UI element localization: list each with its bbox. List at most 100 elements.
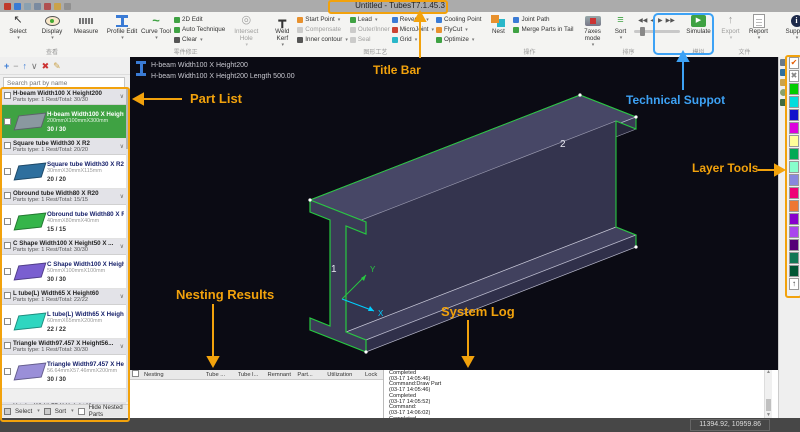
auto-technique-button[interactable]: Auto Technique [174,26,225,33]
outer-inner-button[interactable]: Outer/Inner [350,26,390,33]
layer-color-swatch[interactable] [789,252,799,264]
inner-contour-button[interactable]: Inner contour▾ [297,36,348,43]
part-item-checkbox[interactable] [4,118,11,125]
2d-edit-button[interactable]: 2D Edit [174,16,225,23]
layer-color-swatch[interactable] [789,122,799,134]
part-list-item[interactable]: L tube(L) Width65 X Height 60mmX65mmX200… [2,305,126,339]
chevron-down-icon[interactable]: ∨ [120,293,124,300]
delete-all-icon[interactable]: ✖ [42,61,50,71]
part-item-checkbox[interactable] [4,368,11,375]
intersect-hole-button[interactable]: ◎ Intersect Hole▾ [227,13,265,48]
profile-edit-button[interactable]: Profile Edit▾ [106,13,138,41]
part-group-checkbox[interactable] [4,242,11,249]
add-part-icon[interactable]: + [4,61,9,71]
layer-color-swatch[interactable] [789,226,799,238]
layer-color-swatch[interactable] [789,187,799,199]
layer-icon[interactable] [780,69,787,76]
part-group-header[interactable]: Obround tube Width80 X R20 Parts type: 1… [2,189,126,205]
chevron-down-icon[interactable]: ∨ [120,193,124,200]
remove-part-icon[interactable]: − [13,61,18,71]
curve-tool-button[interactable]: ~ Curve Tool▾ [140,13,172,41]
part-group-header[interactable]: Triangle Width97.457 X Height56... Parts… [2,339,126,355]
part-group-header[interactable]: H-beam Width100 X Height200 Parts type: … [2,89,126,105]
joint-path-button[interactable]: Joint Path [513,16,573,23]
speed-slider[interactable] [634,30,680,33]
select-button[interactable]: ↖ Select▾ [2,13,34,41]
reverse-button[interactable]: Reverse▾ [392,16,434,23]
part-list-item[interactable]: Triangle Width97.457 X Hei 56.64mmX57.46… [2,355,126,389]
part-item-checkbox[interactable] [4,218,11,225]
report-button[interactable]: Report▾ [746,13,772,41]
rewind-button[interactable]: ◀◀ [638,17,647,24]
optimize-button[interactable]: Optimize▾ [436,36,481,43]
lead-button[interactable]: Lead▾ [350,16,390,23]
export-button[interactable]: ↑ Export▾ [718,13,744,41]
layer-color-swatch[interactable] [789,239,799,251]
chevron-down-icon[interactable]: ∨ [120,143,124,150]
weld-kerf-button[interactable]: ┳ Weld Kerf▾ [269,13,295,48]
support-button[interactable]: i Support▾ [784,13,800,41]
part-group-header[interactable]: Square tube Width30 X R2 Parts type: 1 R… [2,139,126,155]
layer-color-swatch[interactable] [789,174,799,186]
edit-part-icon[interactable]: ✎ [53,61,61,71]
clear-button[interactable]: Clear▾ [174,36,225,43]
part-group-header[interactable]: L tube(L) Width65 X Height60 Parts type:… [2,289,126,305]
fast-forward-button[interactable]: ▶▶ [666,17,675,24]
microjoint-button[interactable]: MicroJoint▾ [392,26,434,33]
layer-color-swatch[interactable] [789,200,799,212]
log-scrollbar[interactable]: ▲ ▼ [764,370,772,418]
part-group-checkbox[interactable] [4,292,11,299]
layer-color-swatch[interactable] [789,109,799,121]
export-part-icon[interactable]: ∨ [31,61,38,71]
hide-nested-checkbox[interactable] [78,408,85,415]
pen-icon[interactable] [780,79,787,86]
part-item-checkbox[interactable] [4,318,11,325]
circle-select-icon[interactable] [780,89,787,96]
3d-viewport[interactable]: H-beam Width100 X Height200 H-beam Width… [130,57,778,370]
step-forward-button[interactable]: ▶ [658,17,663,24]
layer-color-swatch[interactable] [789,161,799,173]
layer-color-swatch[interactable] [789,265,799,277]
layer-none-icon[interactable]: ✖ [789,70,799,82]
7axes-mode-button[interactable]: 7axes mode▾ [578,13,608,48]
chevron-down-icon[interactable]: ∨ [120,343,124,350]
nest-button[interactable]: Nest [485,13,511,36]
sort-menu[interactable]: Sort [55,408,66,415]
chevron-down-icon[interactable]: ∨ [120,243,124,250]
display-button[interactable]: Display▾ [36,13,68,41]
system-log[interactable]: Completed(03-17 14:05:46)Command:Draw Pa… [384,370,778,418]
part-item-checkbox[interactable] [4,168,11,175]
flycut-button[interactable]: FlyCut▾ [436,26,481,33]
measure-button[interactable]: Measure [70,13,102,36]
part-list-item[interactable]: Obround tube Width80 X R 40mmX80mmX40mm … [2,205,126,239]
part-list-item[interactable]: C Shape Width100 X Height 50mmX100mmX100… [2,255,126,289]
merge-parts-button[interactable]: Merge Parts in Tail [513,26,573,33]
part-list-item[interactable]: H-beam Width100 X Height200 200mmX100mmX… [2,105,126,139]
layer-up-icon[interactable]: ↑ [789,278,799,290]
step-back-button[interactable]: ◀ [650,17,655,24]
part-group-checkbox[interactable] [4,92,11,99]
nesting-select-all-checkbox[interactable] [132,370,139,377]
seal-button[interactable]: Seal [350,36,390,43]
chevron-down-icon[interactable]: ∨ [120,93,124,100]
part-group-checkbox[interactable] [4,142,11,149]
part-group-checkbox[interactable] [4,342,11,349]
start-point-button[interactable]: Start Point▾ [297,16,348,23]
import-part-icon[interactable]: ↑ [23,61,28,71]
brush-icon[interactable] [780,99,787,106]
layer-color-swatch[interactable] [789,135,799,147]
part-list-item[interactable]: Square tube Width30 X R2 30mmX30mmX115mm… [2,155,126,189]
section-view-icon[interactable] [780,59,787,66]
part-group-checkbox[interactable] [4,192,11,199]
layer-check-icon[interactable]: ✔ [789,57,799,69]
layer-color-swatch[interactable] [789,96,799,108]
nesting-results-table[interactable]: Nesting Tube ... Tube l... Remnant Part.… [130,370,384,418]
select-menu[interactable]: Select [15,408,32,415]
compensate-button[interactable]: Compensate [297,26,348,33]
part-group-header[interactable]: C Shape Width100 X Height50 X ... Parts … [2,239,126,255]
slider-thumb[interactable] [640,27,645,36]
layer-color-swatch[interactable] [789,213,799,225]
layer-color-swatch[interactable] [789,148,799,160]
scroll-up-icon[interactable]: ▲ [765,370,772,375]
search-input[interactable] [3,77,125,89]
